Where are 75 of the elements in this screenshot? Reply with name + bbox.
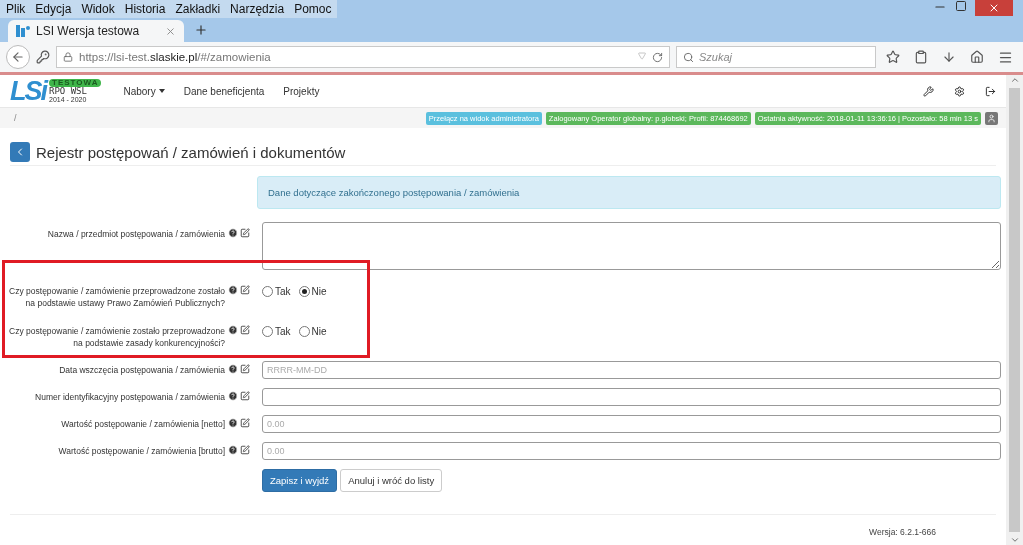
radio-option[interactable]: Nie [298,286,327,297]
nav-link[interactable]: Dane beneficjenta [183,85,265,97]
nav-link[interactable]: Projekty [283,85,320,97]
input-field[interactable]: 0.00 [262,415,1001,433]
menu-item[interactable]: Zakładki [175,2,221,16]
help-icon[interactable] [228,418,238,428]
menu-item[interactable]: Pomoc [294,2,332,16]
arrow-left-icon [11,50,25,64]
browser-tab[interactable]: LSI Wersja testowa [8,20,184,42]
edit-icon[interactable] [240,445,250,455]
radio-button[interactable] [262,326,273,337]
url-text: https://lsi-test.slaskie.pl/#/zamowienia [79,51,271,63]
edit-icon[interactable] [240,391,250,401]
field-label: Data wszczęcia postępowania / zamówienia [59,364,225,376]
input-field[interactable]: RRRR-MM-DD [262,361,1001,379]
user-button[interactable] [985,111,998,125]
bookmark-icon[interactable] [886,49,900,64]
edit-icon[interactable] [240,285,250,295]
menu-icon[interactable] [998,49,1013,65]
scroll-down-icon[interactable] [1009,535,1020,545]
menu-item[interactable]: Edycja [35,2,72,16]
caret-icon [158,89,165,93]
menu-item[interactable]: Plik [6,2,26,16]
maximize-icon[interactable] [955,0,967,12]
close-icon [988,2,1000,14]
tools-icon[interactable] [923,85,934,97]
close-tab-icon[interactable] [165,25,176,37]
field-label: Numer identyfikacyjny postępowania / zamówienia [35,391,225,403]
breadcrumb: / [14,113,17,123]
search-icon [683,51,694,63]
section-heading: Dane dotyczące zakończonego postępowania / zamówienia [257,176,1001,209]
clipboard-icon[interactable] [914,49,928,64]
version-text: Wersja: 6.2.1-666 [869,527,936,537]
address-bar[interactable]: https://lsi-test.slaskie.pl/#/zamowienia [56,46,670,68]
field-label: Wartość postępowanie / zamówienia [netto] [61,418,225,430]
settings-icon[interactable] [954,85,965,97]
key-icon [36,50,50,64]
radio-option[interactable]: Tak [262,286,291,297]
page-title: Rejestr postępowań / zamówień i dokumentów [36,143,346,161]
help-icon[interactable] [228,325,238,335]
edit-icon[interactable] [240,418,250,428]
help-icon[interactable] [228,445,238,455]
edit-icon[interactable] [240,364,250,374]
radio-option[interactable]: Tak [262,326,291,337]
form-button[interactable]: Zapisz i wyjdź [262,469,338,492]
radio-button[interactable] [262,286,273,297]
lock-icon [63,52,73,62]
help-icon[interactable] [228,364,238,374]
menu-item[interactable]: Widok [81,2,115,16]
radio-button[interactable] [298,286,310,297]
radio-option[interactable]: Nie [298,326,327,337]
menu-item[interactable]: Narzędzia [230,2,285,16]
form-button[interactable]: Anuluj i wróć do listy [340,469,443,492]
new-tab-icon[interactable] [194,23,208,37]
home-icon[interactable] [970,49,984,64]
menu-item[interactable]: Historia [124,2,166,16]
input-field[interactable]: 0.00 [262,442,1001,460]
reload-icon[interactable] [652,51,663,63]
search-field[interactable]: Szukaj [676,46,876,68]
logout-icon[interactable] [985,85,996,97]
field-label: Czy postępowanie / zamówienie zostało przeprowadzone na podstawie zasady konkurencyjności? [8,325,225,349]
favicon-icon [16,25,30,37]
help-icon[interactable] [228,285,238,295]
scroll-up-icon[interactable] [1009,75,1020,85]
edit-icon[interactable] [240,325,250,335]
back-button[interactable] [10,142,30,162]
field-label: Nazwa / przedmiot postępowania / zamówienia [47,228,225,240]
radio-button[interactable] [298,326,310,337]
help-icon[interactable] [228,228,238,238]
nav-link[interactable]: Nabory [123,85,165,97]
field-label: Wartość postępowanie / zamówienia [brutto] [58,445,225,457]
help-icon[interactable] [228,391,238,401]
edit-icon[interactable] [240,228,250,238]
field-label: Czy postępowanie / zamówienie przeprowadzone zostało na podstawie ustawy Prawo Zamówień Publicznych? [8,285,225,309]
download-icon[interactable] [942,49,956,64]
